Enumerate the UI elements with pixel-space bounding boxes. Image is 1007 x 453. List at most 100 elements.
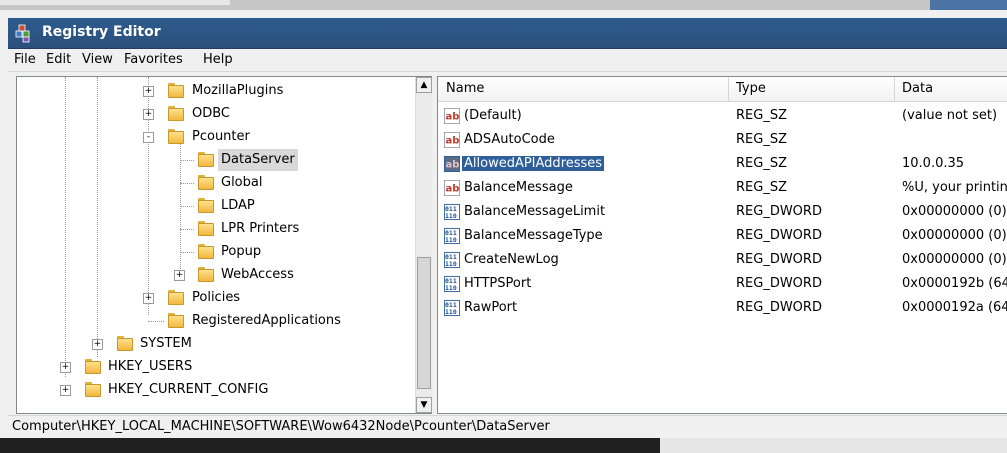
value-row[interactable]: 011 110 HTTPSPort REG_DWORD 0x0000192b (6… xyxy=(438,272,1007,296)
column-header-data[interactable]: Data xyxy=(902,81,933,96)
value-name: ADSAutoCode xyxy=(464,132,555,147)
folder-icon xyxy=(198,175,214,191)
expand-toggle[interactable]: + xyxy=(143,86,154,97)
dword-value-icon: 011110 xyxy=(444,300,460,316)
tree-item-popup[interactable]: Popup xyxy=(17,241,415,263)
value-row[interactable]: ab BalanceMessage REG_SZ %U, your printi… xyxy=(438,176,1007,200)
tree-item-registeredapplications[interactable]: RegisteredApplications xyxy=(17,310,415,332)
title-bar[interactable]: Registry Editor xyxy=(8,18,1007,49)
tree-item-dataserver[interactable]: DataServer xyxy=(17,149,415,171)
tree-item-label: HKEY_USERS xyxy=(108,359,193,374)
string-value-icon: ab xyxy=(444,108,460,124)
expand-toggle[interactable]: + xyxy=(174,270,185,281)
value-row[interactable]: ab (Default) REG_SZ (value not set) xyxy=(438,104,1007,128)
svg-text:110: 110 xyxy=(445,308,457,316)
tree-item-label: HKEY_CURRENT_CONFIG xyxy=(108,382,269,397)
menu-help[interactable]: Help xyxy=(203,52,233,67)
tree-item-label: Popup xyxy=(221,244,262,259)
tree-item-label: DataServer xyxy=(218,149,298,171)
dword-value-icon: 011110 xyxy=(444,228,460,244)
expand-toggle[interactable]: + xyxy=(92,339,103,350)
folder-icon xyxy=(198,244,214,260)
dword-value-icon: 011110 xyxy=(444,204,460,220)
value-data: 0x00000000 (0) xyxy=(902,204,1007,219)
column-header-row: Name Type Data xyxy=(438,77,1007,102)
expand-toggle[interactable]: + xyxy=(143,293,154,304)
tree-item-lpr-printers[interactable]: LPR Printers xyxy=(17,218,415,240)
value-type: REG_DWORD xyxy=(736,228,822,243)
expand-toggle[interactable]: + xyxy=(60,385,71,396)
tree-item-pcounter[interactable]: - Pcounter xyxy=(17,126,415,148)
desktop-strip-accent xyxy=(930,0,1007,10)
value-data: 0x00000000 (0) xyxy=(902,228,1007,243)
values-list[interactable]: Name Type Data ab (Default) REG_SZ (valu… xyxy=(437,76,1007,414)
tree-vertical-scrollbar[interactable]: ▲ ▼ xyxy=(415,77,432,413)
value-row[interactable]: 011 110 CreateNewLog REG_DWORD 0x00000000… xyxy=(438,248,1007,272)
value-row[interactable]: 011 110 BalanceMessageType REG_DWORD 0x00… xyxy=(438,224,1007,248)
value-row[interactable]: 011110 RawPort REG_DWORD 0x0000192a (644… xyxy=(438,296,1007,320)
tree-item-global[interactable]: Global xyxy=(17,172,415,194)
tree-item-hkey-users[interactable]: + HKEY_USERS xyxy=(17,356,415,378)
tree-item-odbc[interactable]: + ODBC xyxy=(17,103,415,125)
menu-file[interactable]: File xyxy=(14,52,36,67)
value-name: BalanceMessageType xyxy=(464,228,603,243)
tree-item-mozillaplugins[interactable]: + MozillaPlugins xyxy=(17,80,415,102)
tree-item-label: Global xyxy=(221,175,263,190)
tree-item-hkey-current-config[interactable]: + HKEY_CURRENT_CONFIG xyxy=(17,379,415,401)
tree-item-label: MozillaPlugins xyxy=(192,83,284,98)
value-data: 0x0000192a (6442) xyxy=(902,300,1007,315)
column-divider[interactable] xyxy=(894,77,895,101)
tree-item-ldap[interactable]: LDAP xyxy=(17,195,415,217)
tree-item-label: LDAP xyxy=(221,198,255,213)
value-type: REG_DWORD xyxy=(736,252,822,267)
tree-item-label: SYSTEM xyxy=(140,336,192,351)
menu-favorites[interactable]: Favorites xyxy=(124,52,183,67)
column-header-type[interactable]: Type xyxy=(736,81,766,96)
value-data: 0x00000000 (0) xyxy=(902,252,1007,267)
value-row[interactable]: 011 110 BalanceMessageLimit REG_DWORD 0x0… xyxy=(438,200,1007,224)
dword-value-icon: 011110 xyxy=(444,252,460,268)
string-value-icon: ab xyxy=(444,156,460,172)
desktop-top-strip xyxy=(0,0,1007,10)
value-type: REG_SZ xyxy=(736,156,787,171)
desktop-strip-segment xyxy=(660,438,1007,453)
expand-toggle[interactable]: + xyxy=(143,109,154,120)
folder-open-icon xyxy=(168,129,184,145)
column-divider[interactable] xyxy=(728,77,729,101)
value-row[interactable]: ab ADSAutoCode REG_SZ xyxy=(438,128,1007,152)
current-key-path: Computer\HKEY_LOCAL_MACHINE\SOFTWARE\Wow… xyxy=(12,419,550,434)
tree-item-webaccess[interactable]: + WebAccess xyxy=(17,264,415,286)
menu-view[interactable]: View xyxy=(82,52,113,67)
column-header-name[interactable]: Name xyxy=(446,81,484,96)
scrollbar-thumb[interactable] xyxy=(417,257,431,389)
folder-icon xyxy=(168,313,184,329)
tree-item-policies[interactable]: + Policies xyxy=(17,287,415,309)
folder-icon xyxy=(198,267,214,283)
value-type: REG_SZ xyxy=(736,132,787,147)
folder-icon xyxy=(198,152,214,168)
value-name: AllowedAPIAddresses xyxy=(462,156,605,171)
value-name: BalanceMessageLimit xyxy=(464,204,606,219)
status-bar: Computer\HKEY_LOCAL_MACHINE\SOFTWARE\Wow… xyxy=(8,415,1007,438)
value-row-selected[interactable]: ab AllowedAPIAddresses REG_SZ 10.0.0.35 xyxy=(438,152,1007,176)
scroll-down-arrow-icon[interactable]: ▼ xyxy=(416,397,432,413)
svg-text:ab: ab xyxy=(446,112,460,123)
value-type: REG_DWORD xyxy=(736,204,822,219)
folder-icon xyxy=(198,198,214,214)
scroll-up-arrow-icon[interactable]: ▲ xyxy=(416,77,432,93)
folder-icon xyxy=(85,359,101,375)
registry-tree[interactable]: + MozillaPlugins + ODBC - Pcounter DataS… xyxy=(16,76,432,414)
value-name: CreateNewLog xyxy=(464,252,559,267)
value-type: REG_SZ xyxy=(736,108,787,123)
desktop-strip-segment xyxy=(0,0,230,5)
expand-toggle[interactable]: + xyxy=(60,362,71,373)
svg-text:110: 110 xyxy=(445,236,457,244)
value-type: REG_SZ xyxy=(736,180,787,195)
dword-value-icon: 011110 xyxy=(444,276,460,292)
collapse-toggle[interactable]: - xyxy=(143,132,154,143)
menu-edit[interactable]: Edit xyxy=(46,52,71,67)
tree-item-system[interactable]: + SYSTEM xyxy=(17,333,415,355)
value-data: 10.0.0.35 xyxy=(902,156,965,171)
string-value-icon: ab xyxy=(444,132,460,148)
value-name: RawPort xyxy=(464,300,518,315)
